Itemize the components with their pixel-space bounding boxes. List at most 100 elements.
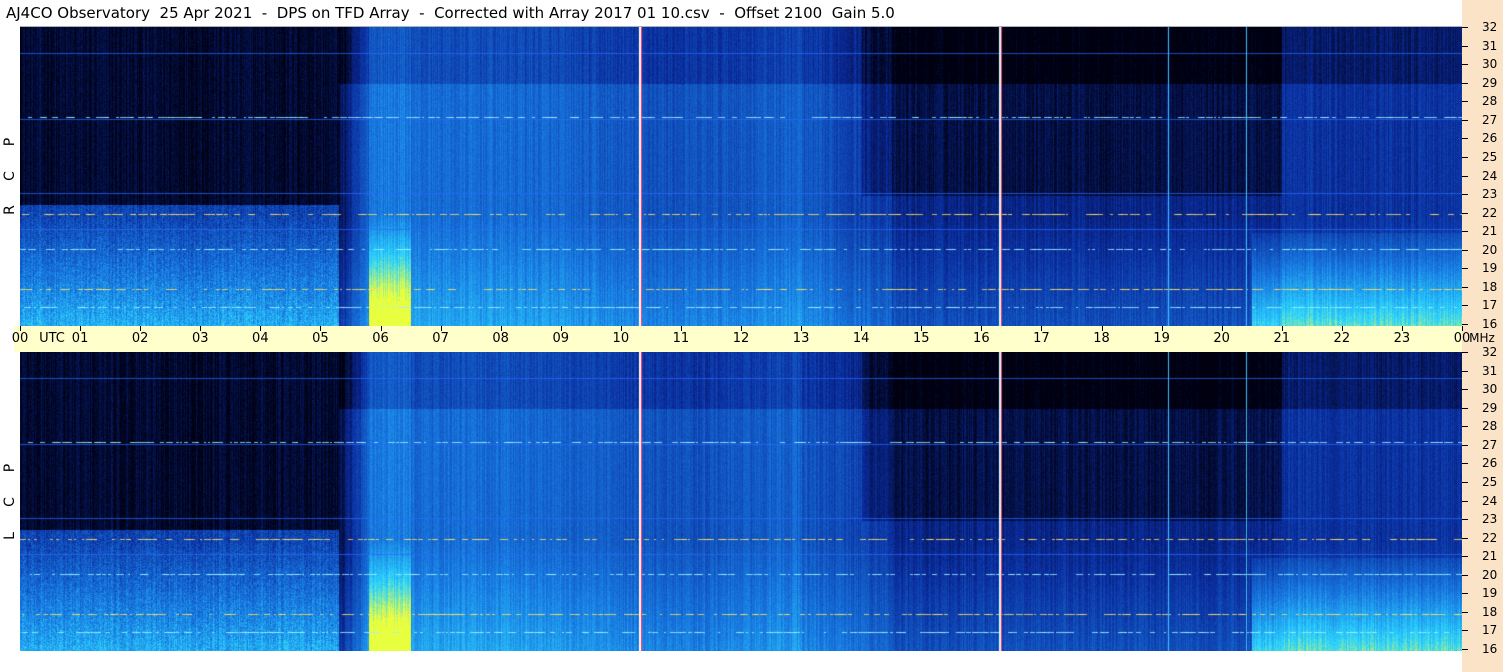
freq-tick-label: 22 — [1482, 205, 1498, 220]
time-tick — [1161, 326, 1163, 331]
time-tick — [921, 326, 923, 331]
freq-tick-label: 18 — [1482, 604, 1498, 619]
mhz-label: MHz — [1469, 331, 1495, 345]
freq-tick — [1462, 101, 1468, 103]
time-tick — [1341, 326, 1343, 331]
freq-tick-label: 26 — [1482, 456, 1498, 471]
freq-tick-label: 30 — [1482, 57, 1498, 72]
freq-tick-label: 24 — [1482, 493, 1498, 508]
freq-tick-label: 24 — [1482, 168, 1498, 183]
time-tick — [1221, 326, 1223, 331]
freq-tick — [1462, 119, 1468, 121]
freq-tick — [1462, 463, 1468, 465]
freq-tick — [1462, 45, 1468, 47]
freq-tick-label: 19 — [1482, 261, 1498, 276]
polarization-letter: C — [2, 497, 18, 507]
time-tick-label: 02 — [131, 331, 149, 346]
freq-tick — [1462, 64, 1468, 66]
freq-tick-label: 29 — [1482, 400, 1498, 415]
polarization-letter: L — [2, 532, 18, 540]
freq-tick — [1462, 305, 1468, 307]
freq-tick — [1462, 249, 1468, 251]
freq-tick-label: 25 — [1482, 149, 1498, 164]
freq-tick-label: 31 — [1482, 38, 1498, 53]
time-tick-label: 11 — [672, 331, 690, 346]
time-tick-label: 10 — [612, 331, 630, 346]
time-tick-label: 20 — [1213, 331, 1230, 346]
time-tick-label: 19 — [1153, 331, 1170, 346]
time-tick — [1462, 326, 1463, 331]
time-tick-label: 21 — [1273, 331, 1291, 346]
time-tick — [1401, 326, 1403, 331]
freq-tick — [1462, 500, 1468, 502]
polarization-letter: P — [2, 463, 18, 473]
rcp-spectrogram-panel — [20, 27, 1462, 326]
freq-tick-label: 28 — [1482, 419, 1498, 434]
freq-tick-label: 32 — [1482, 345, 1498, 359]
time-tick-label: 17 — [1033, 331, 1050, 346]
freq-tick — [1462, 481, 1468, 483]
freq-tick-label: 29 — [1482, 75, 1498, 90]
freq-tick — [1462, 444, 1468, 446]
time-tick-label: 14 — [852, 331, 870, 346]
freq-tick — [1462, 593, 1468, 595]
lcp-spectrogram-panel — [20, 352, 1462, 651]
time-tick — [1281, 326, 1283, 331]
freq-tick — [1462, 175, 1468, 177]
freq-tick — [1462, 138, 1468, 140]
time-axis: 00 01 02 03 04 05 06 07 08 09 10 11 12 13 14 15 16 17 18 19… — [11, 326, 1495, 352]
freq-tick — [1462, 556, 1468, 558]
freq-tick-label: 16 — [1482, 317, 1498, 331]
polarization-letter: C — [2, 171, 18, 181]
time-tick-label: 04 — [252, 331, 269, 346]
freq-tick — [1462, 268, 1468, 270]
freq-tick — [1462, 519, 1468, 521]
time-tick — [260, 326, 262, 331]
freq-tick-label: 31 — [1482, 363, 1498, 378]
freq-tick-label: 25 — [1482, 474, 1498, 489]
freq-tick — [1462, 324, 1468, 325]
utc-label: UTC — [39, 331, 65, 346]
chart-title: AJ4CO Observatory 25 Apr 2021 - DPS on T… — [6, 4, 895, 22]
freq-tick — [1462, 389, 1468, 391]
freq-tick-label: 23 — [1482, 187, 1498, 202]
time-tick — [861, 326, 863, 331]
freq-tick — [1462, 212, 1468, 214]
time-tick — [140, 326, 142, 331]
time-tick — [801, 326, 803, 331]
freq-tick-label: 27 — [1482, 112, 1498, 127]
time-tick-label: 07 — [432, 331, 449, 346]
freq-tick-label: 20 — [1482, 242, 1498, 257]
time-tick — [560, 326, 562, 331]
time-tick-label: 03 — [191, 331, 209, 346]
freq-tick — [1462, 82, 1468, 84]
polarization-letter: R — [2, 205, 18, 215]
polarization-letter: P — [2, 137, 18, 147]
freq-tick-label: 23 — [1482, 512, 1498, 527]
rcp-spectrogram — [20, 27, 1462, 326]
freq-tick — [1462, 370, 1468, 372]
freq-tick-label: 19 — [1482, 586, 1498, 601]
freq-tick — [1462, 352, 1468, 353]
time-tick — [1041, 326, 1043, 331]
time-tick-label: 22 — [1333, 331, 1351, 346]
time-tick-label: 01 — [71, 331, 89, 346]
freq-tick-label: 18 — [1482, 279, 1498, 294]
time-tick-label: 13 — [792, 331, 810, 346]
time-tick — [680, 326, 682, 331]
time-tick-label: 00 — [11, 331, 29, 346]
freq-tick-label: 26 — [1482, 131, 1498, 146]
freq-tick — [1462, 27, 1468, 28]
freq-tick — [1462, 649, 1468, 650]
time-tick — [981, 326, 983, 331]
time-tick — [200, 326, 202, 331]
time-tick-label: 00 — [1453, 331, 1471, 346]
time-tick — [1101, 326, 1103, 331]
time-tick — [80, 326, 82, 331]
freq-tick — [1462, 407, 1468, 409]
time-tick — [741, 326, 742, 331]
time-tick — [620, 326, 622, 331]
freq-tick-label: 16 — [1482, 642, 1498, 656]
time-tick — [20, 326, 21, 331]
freq-tick-label: 30 — [1482, 382, 1498, 397]
